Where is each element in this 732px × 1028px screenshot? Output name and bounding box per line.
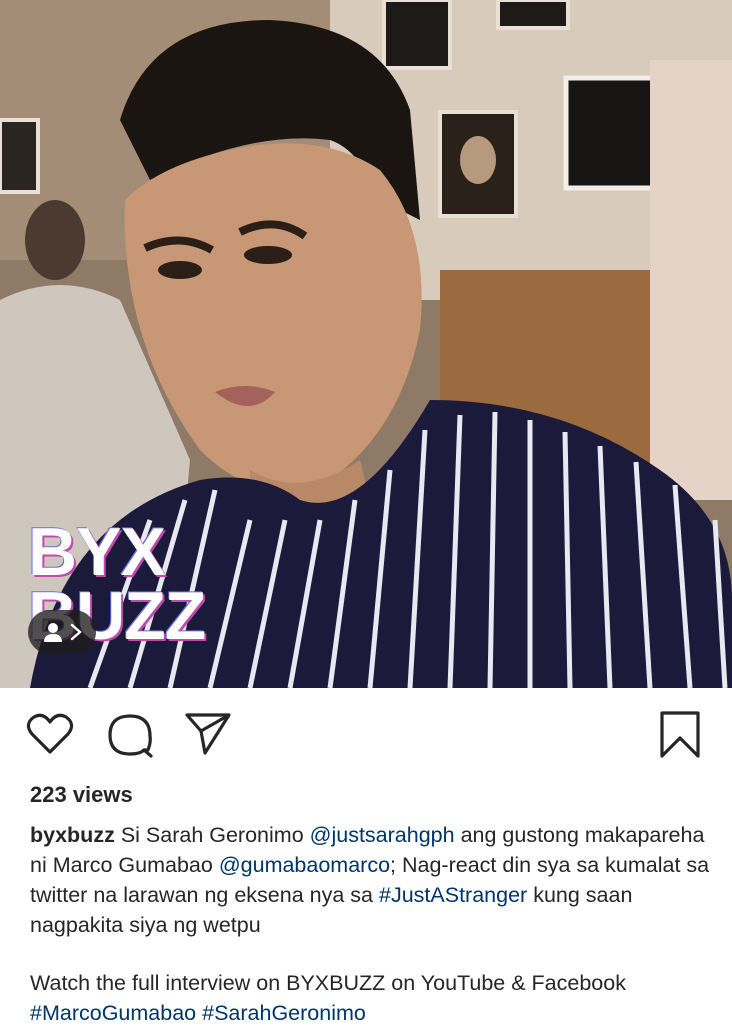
hashtag-link[interactable]: #SarahGeronimo	[202, 1001, 366, 1025]
hashtag-link[interactable]: #MarcoGumabao	[30, 1001, 196, 1025]
hashtag-link[interactable]: #JustAStranger	[379, 883, 527, 907]
chevron-right-icon	[70, 623, 82, 641]
caption-paragraph-2: Watch the full interview on BYXBUZZ on Y…	[30, 968, 710, 1028]
comment-icon[interactable]	[106, 712, 154, 758]
heart-icon[interactable]	[26, 712, 74, 756]
post-caption: byxbuzz Si Sarah Geronimo @justsarahgph …	[30, 820, 710, 1028]
mention-link[interactable]: @gumabaomarco	[219, 853, 390, 877]
share-icon[interactable]	[184, 712, 232, 756]
mention-link[interactable]: @justsarahgph	[310, 823, 455, 847]
post-media[interactable]: BYX BUZZ	[0, 0, 732, 688]
watermark-line-1: BYX	[28, 514, 166, 590]
tagged-users-button[interactable]	[28, 610, 96, 654]
user-tag-icon	[44, 623, 62, 642]
caption-username[interactable]: byxbuzz	[30, 823, 115, 847]
view-count[interactable]: 223 views	[30, 782, 133, 808]
caption-paragraph-1: byxbuzz Si Sarah Geronimo @justsarahgph …	[30, 820, 710, 940]
caption-text: Si Sarah Geronimo	[120, 823, 304, 847]
bookmark-icon[interactable]	[656, 710, 704, 760]
caption-text: Watch the full interview on BYXBUZZ on Y…	[30, 971, 626, 995]
